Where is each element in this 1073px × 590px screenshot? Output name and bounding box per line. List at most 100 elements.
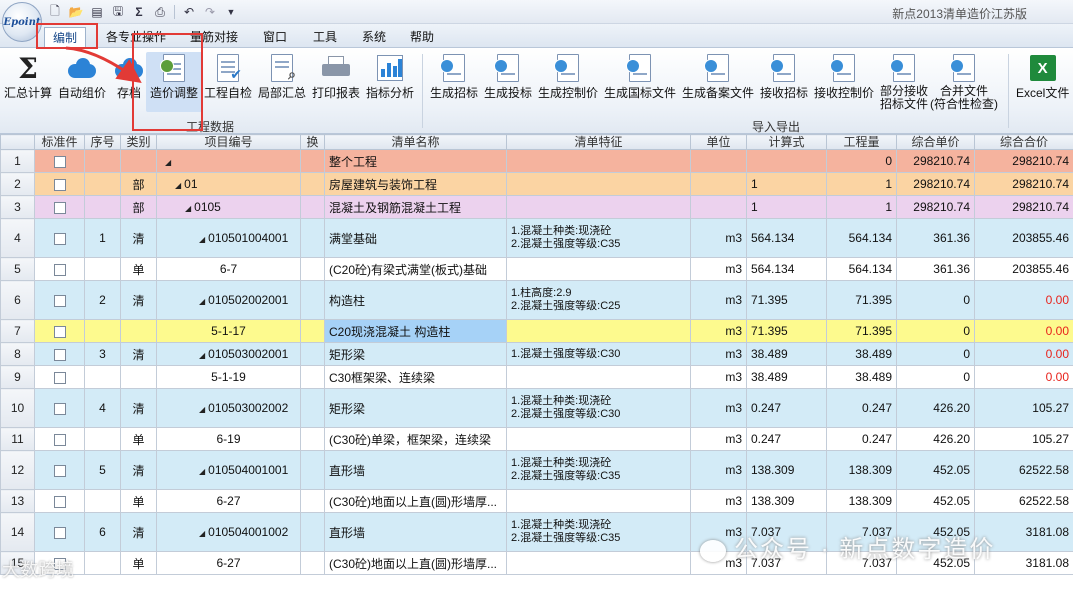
table-row[interactable]: 7 5-1-17 C20现浇混凝土 构造柱 m3 71.395 71.395 0 0.00 <box>0 319 1073 343</box>
unit-price-cell[interactable]: 0 <box>896 319 975 343</box>
name-cell[interactable]: (C30砼)地面以上直(圆)形墙厚... <box>324 489 507 513</box>
qty-cell[interactable]: 138.309 <box>826 450 897 490</box>
name-cell[interactable]: 构造柱 <box>324 280 507 320</box>
unit-price-cell[interactable]: 361.36 <box>896 257 975 281</box>
tab-window[interactable]: 窗口 <box>255 27 295 47</box>
standard-checkbox[interactable] <box>53 526 66 539</box>
summary-calc-button[interactable]: Σ 汇总计算 <box>4 52 52 112</box>
category-cell[interactable] <box>120 319 157 343</box>
total-price-cell[interactable]: 203855.46 <box>974 218 1073 258</box>
category-cell[interactable]: 清 <box>120 218 157 258</box>
qty-cell[interactable]: 71.395 <box>826 280 897 320</box>
qty-cell[interactable]: 38.489 <box>826 342 897 366</box>
feature-cell[interactable] <box>506 365 691 389</box>
swap-cell[interactable] <box>300 172 325 196</box>
name-cell[interactable]: 满堂基础 <box>324 218 507 258</box>
standard-checkbox-cell[interactable] <box>34 280 85 320</box>
name-cell[interactable]: (C30砼)单梁，框架梁，连续梁 <box>324 427 507 451</box>
seq-cell[interactable] <box>84 195 121 219</box>
total-price-cell[interactable]: 105.27 <box>974 427 1073 451</box>
standard-checkbox[interactable] <box>53 325 66 338</box>
category-cell[interactable] <box>120 149 157 173</box>
code-cell[interactable]: ◢ 0105 <box>156 195 301 219</box>
header-cell[interactable]: 序号 <box>84 134 121 150</box>
expand-triangle-icon[interactable]: ◢ <box>199 235 205 244</box>
header-cell[interactable]: 类别 <box>120 134 157 150</box>
unit-cell[interactable]: m3 <box>690 427 747 451</box>
seq-cell[interactable] <box>84 489 121 513</box>
row-number[interactable]: 9 <box>0 365 35 389</box>
partial-receive-button[interactable]: 部分接收 招标文件 <box>880 52 928 112</box>
expand-triangle-icon[interactable]: ◢ <box>199 529 205 538</box>
standard-checkbox-cell[interactable] <box>34 218 85 258</box>
feature-cell[interactable]: 1.混凝土种类:现浇砼 2.混凝土强度等级:C35 <box>506 450 691 490</box>
standard-checkbox-cell[interactable] <box>34 489 85 513</box>
standard-checkbox[interactable] <box>53 464 66 477</box>
unit-price-cell[interactable]: 0 <box>896 342 975 366</box>
total-price-cell[interactable]: 62522.58 <box>974 489 1073 513</box>
expr-cell[interactable]: 0.247 <box>746 388 827 428</box>
total-price-cell[interactable]: 298210.74 <box>974 195 1073 219</box>
qty-cell[interactable]: 0.247 <box>826 427 897 451</box>
row-number[interactable]: 10 <box>0 388 35 428</box>
tab-system[interactable]: 系统 <box>354 27 394 47</box>
name-cell[interactable]: 直形墙 <box>324 512 507 552</box>
swap-cell[interactable] <box>300 450 325 490</box>
row-number[interactable]: 3 <box>0 195 35 219</box>
swap-cell[interactable] <box>300 512 325 552</box>
total-price-cell[interactable]: 0.00 <box>974 280 1073 320</box>
qty-cell[interactable]: 564.134 <box>826 218 897 258</box>
code-cell[interactable]: ◢ 010503002001 <box>156 342 301 366</box>
row-number[interactable]: 2 <box>0 172 35 196</box>
total-price-cell[interactable]: 298210.74 <box>974 172 1073 196</box>
cost-adjust-button[interactable]: 造价调整 <box>146 52 202 112</box>
unit-cell[interactable]: m3 <box>690 319 747 343</box>
standard-checkbox[interactable] <box>53 294 66 307</box>
standard-checkbox-cell[interactable] <box>34 257 85 281</box>
swap-cell[interactable] <box>300 218 325 258</box>
tab-tools[interactable]: 工具 <box>305 27 345 47</box>
table-row[interactable]: 1 ◢ 整个工程 0 298210.74 298210.74 <box>0 149 1073 173</box>
swap-cell[interactable] <box>300 149 325 173</box>
category-cell[interactable]: 部 <box>120 195 157 219</box>
unit-price-cell[interactable]: 361.36 <box>896 218 975 258</box>
seq-cell[interactable] <box>84 319 121 343</box>
standard-checkbox[interactable] <box>53 371 66 384</box>
seq-cell[interactable] <box>84 172 121 196</box>
unit-cell[interactable]: m3 <box>690 280 747 320</box>
feature-cell[interactable] <box>506 172 691 196</box>
swap-cell[interactable] <box>300 319 325 343</box>
standard-checkbox[interactable] <box>53 232 66 245</box>
name-cell[interactable]: 直形墙 <box>324 450 507 490</box>
receive-tender-button[interactable]: 接收招标 <box>760 52 808 112</box>
sum-icon[interactable]: Σ <box>130 3 148 21</box>
swap-cell[interactable] <box>300 551 325 575</box>
unit-cell[interactable]: m3 <box>690 450 747 490</box>
name-cell[interactable]: 矩形梁 <box>324 342 507 366</box>
qty-cell[interactable]: 0.247 <box>826 388 897 428</box>
name-cell[interactable]: 房屋建筑与装饰工程 <box>324 172 507 196</box>
header-cell[interactable]: 综合单价 <box>896 134 975 150</box>
feature-cell[interactable] <box>506 195 691 219</box>
swap-cell[interactable] <box>300 388 325 428</box>
standard-checkbox-cell[interactable] <box>34 365 85 389</box>
category-cell[interactable]: 单 <box>120 427 157 451</box>
receive-control-price-button[interactable]: 接收控制价 <box>814 52 874 112</box>
name-cell[interactable]: (C30砼)地面以上直(圆)形墙厚... <box>324 551 507 575</box>
expr-cell[interactable]: 1 <box>746 172 827 196</box>
standard-checkbox[interactable] <box>53 263 66 276</box>
name-cell[interactable]: 整个工程 <box>324 149 507 173</box>
qty-cell[interactable]: 564.134 <box>826 257 897 281</box>
undo-icon[interactable]: ↶ <box>180 3 198 21</box>
header-cell[interactable]: 清单特征 <box>506 134 691 150</box>
feature-cell[interactable]: 1.混凝土种类:现浇砼 2.混凝土强度等级:C35 <box>506 218 691 258</box>
unit-price-cell[interactable]: 0 <box>896 365 975 389</box>
standard-checkbox-cell[interactable] <box>34 319 85 343</box>
qty-cell[interactable]: 138.309 <box>826 489 897 513</box>
code-cell[interactable]: 5-1-17 <box>156 319 301 343</box>
row-number[interactable]: 11 <box>0 427 35 451</box>
table-row[interactable]: 2 部 ◢ 01 房屋建筑与装饰工程 1 1 298210.74 298210.74 <box>0 172 1073 196</box>
feature-cell[interactable] <box>506 551 691 575</box>
table-row[interactable]: 9 5-1-19 C30框架梁、连续梁 m3 38.489 38.489 0 0.00 <box>0 365 1073 389</box>
standard-checkbox-cell[interactable] <box>34 172 85 196</box>
